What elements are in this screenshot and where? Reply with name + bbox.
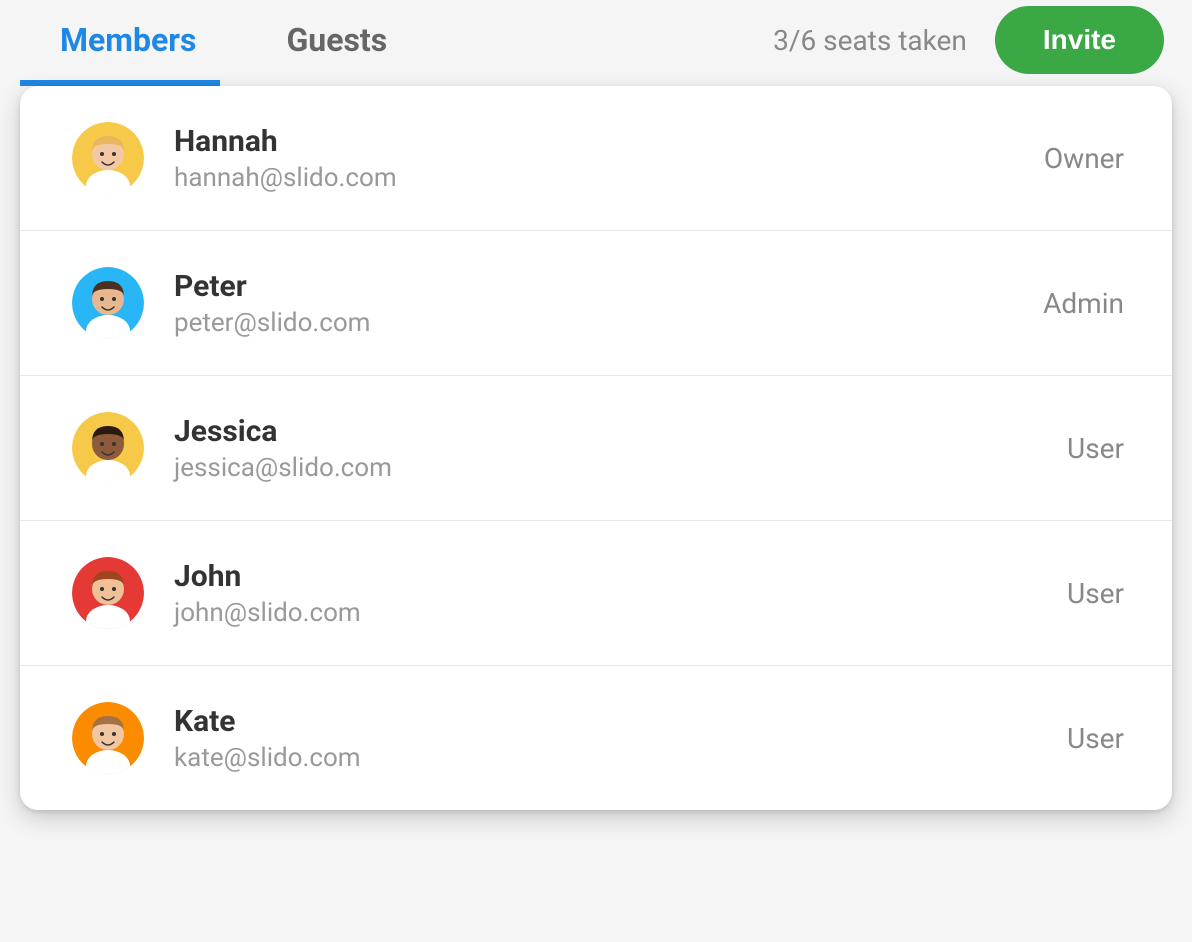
seats-status: 3/6 seats taken [773, 24, 967, 57]
member-email: john@slido.com [174, 598, 1067, 628]
members-card: Hannah hannah@slido.comOwner Peter peter@s… [20, 86, 1172, 810]
avatar [72, 702, 144, 774]
member-row[interactable]: Jessica jessica@slido.comUser [20, 376, 1172, 521]
avatar [72, 122, 144, 194]
member-name: Peter [174, 269, 1043, 304]
avatar [72, 412, 144, 484]
avatar [72, 267, 144, 339]
member-info: John john@slido.com [174, 559, 1067, 628]
header-bar: Members Guests 3/6 seats taken Invite [0, 0, 1192, 80]
member-name: Kate [174, 704, 1067, 739]
member-name: John [174, 559, 1067, 594]
member-role[interactable]: User [1067, 577, 1124, 610]
member-row[interactable]: Kate kate@slido.comUser [20, 666, 1172, 810]
member-row[interactable]: John john@slido.comUser [20, 521, 1172, 666]
member-email: hannah@slido.com [174, 163, 1044, 193]
member-name: Jessica [174, 414, 1067, 449]
member-name: Hannah [174, 124, 1044, 159]
avatar [72, 557, 144, 629]
member-role[interactable]: User [1067, 432, 1124, 465]
member-role[interactable]: Owner [1044, 142, 1124, 175]
member-role[interactable]: Admin [1043, 287, 1124, 320]
invite-button[interactable]: Invite [995, 6, 1164, 74]
tabs: Members Guests [60, 1, 387, 79]
tab-guests[interactable]: Guests [286, 1, 387, 79]
member-info: Hannah hannah@slido.com [174, 124, 1044, 193]
member-email: jessica@slido.com [174, 453, 1067, 483]
member-email: peter@slido.com [174, 308, 1043, 338]
member-role[interactable]: User [1067, 722, 1124, 755]
member-info: Peter peter@slido.com [174, 269, 1043, 338]
member-info: Kate kate@slido.com [174, 704, 1067, 773]
tab-members[interactable]: Members [60, 1, 196, 79]
member-row[interactable]: Hannah hannah@slido.comOwner [20, 86, 1172, 231]
member-email: kate@slido.com [174, 743, 1067, 773]
member-row[interactable]: Peter peter@slido.comAdmin [20, 231, 1172, 376]
member-info: Jessica jessica@slido.com [174, 414, 1067, 483]
